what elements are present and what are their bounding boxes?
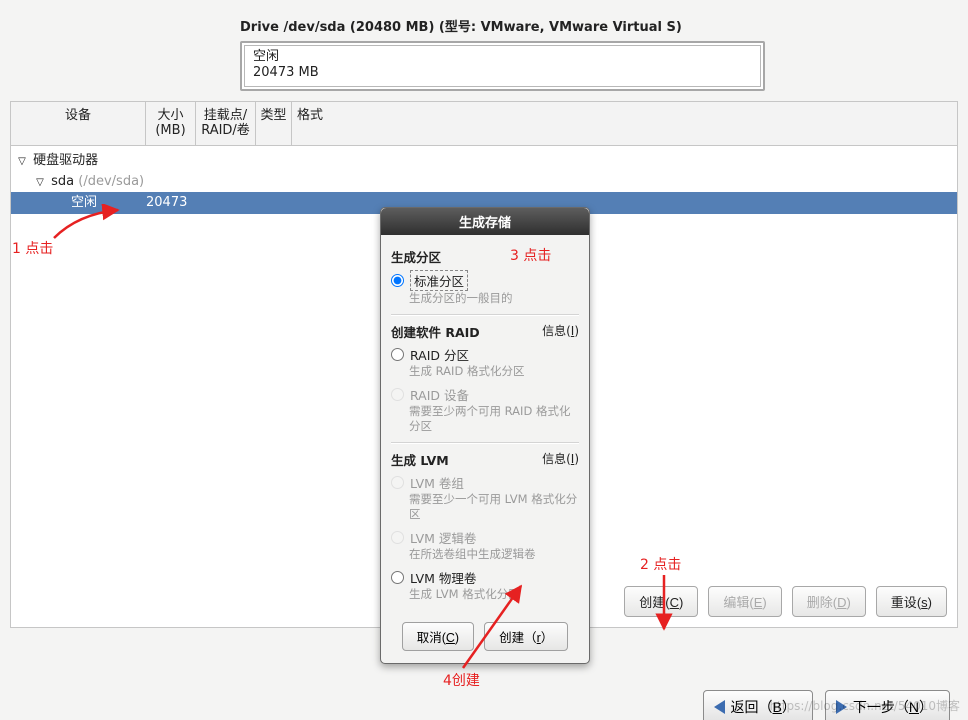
opt-lvm-pv-desc: 生成 LVM 格式化分区: [409, 587, 579, 604]
opt-lvm-lv: LVM 逻辑卷: [391, 528, 579, 547]
lvm-info-link[interactable]: 信息(I): [542, 450, 579, 469]
arrow-right-icon: [836, 700, 847, 714]
radio-lvm-lv: [391, 531, 404, 544]
panel-buttons: 创建(C) 编辑(E) 删除(D) 重设(s): [624, 586, 947, 617]
table-body: ▽ 硬盘驱动器 ▽ sda (/dev/sda) 空闲 20473: [11, 146, 957, 214]
dialog-cancel-button[interactable]: 取消(C): [402, 622, 474, 651]
tree-sda[interactable]: ▽ sda (/dev/sda): [11, 171, 957, 192]
tree-sda-label: sda: [51, 174, 74, 189]
free-size: 20473: [146, 192, 187, 214]
back-button[interactable]: 返回（B）: [703, 690, 813, 720]
bottom-nav: 返回（B） 下一步（N）: [703, 690, 950, 720]
opt-lvm-vg-desc: 需要至少一个可用 LVM 格式化分区: [409, 492, 579, 524]
opt-lvm-lv-desc: 在所选卷组中生成逻辑卷: [409, 547, 579, 564]
opt-standard-desc: 生成分区的一般目的: [409, 291, 579, 308]
tree-sda-path: (/dev/sda): [78, 174, 144, 189]
edit-button: 编辑(E): [708, 586, 781, 617]
expander-icon[interactable]: ▽: [15, 156, 29, 167]
dialog-create-button[interactable]: 创建（r）: [484, 622, 568, 651]
opt-lvm-vg: LVM 卷组: [391, 473, 579, 492]
col-mount[interactable]: 挂载点/ RAID/卷: [196, 102, 256, 145]
radio-raid-device: [391, 388, 404, 401]
drive-summary: Drive /dev/sda (20480 MB) (型号: VMware, V…: [240, 16, 765, 91]
table-header: 设备 大小 (MB) 挂载点/ RAID/卷 类型 格式: [11, 102, 957, 146]
opt-raid-device-desc: 需要至少两个可用 RAID 格式化分区: [409, 404, 579, 436]
radio-raid-partition[interactable]: [391, 348, 404, 361]
arrow-left-icon: [714, 700, 725, 714]
drive-free-size: 20473 MB: [253, 65, 752, 81]
col-size[interactable]: 大小 (MB): [146, 102, 196, 145]
opt-standard-partition[interactable]: 标准分区: [391, 270, 579, 291]
tree-root[interactable]: ▽ 硬盘驱动器: [11, 146, 957, 171]
drive-box: 空闲 20473 MB: [240, 41, 765, 91]
opt-lvm-pv[interactable]: LVM 物理卷: [391, 568, 579, 587]
opt-raid-device: RAID 设备: [391, 385, 579, 404]
raid-info-link[interactable]: 信息(I): [542, 322, 579, 341]
reset-button[interactable]: 重设(s): [876, 586, 947, 617]
radio-standard-partition[interactable]: [391, 274, 404, 287]
create-storage-dialog: 生成存储 生成分区 标准分区 生成分区的一般目的 创建软件 RAID 信息(I)…: [380, 207, 590, 664]
section-partition: 生成分区: [391, 247, 579, 266]
expander-icon[interactable]: ▽: [33, 177, 47, 188]
opt-raid-partition-desc: 生成 RAID 格式化分区: [409, 364, 579, 381]
radio-lvm-vg: [391, 476, 404, 489]
next-button[interactable]: 下一步（N）: [825, 690, 950, 720]
drive-free-label: 空闲: [253, 49, 752, 65]
create-button[interactable]: 创建(C): [624, 586, 698, 617]
opt-raid-partition[interactable]: RAID 分区: [391, 345, 579, 364]
radio-lvm-pv[interactable]: [391, 571, 404, 584]
tree-root-label: 硬盘驱动器: [33, 153, 98, 168]
free-label: 空闲: [71, 192, 97, 214]
dialog-buttons: 取消(C) 创建（r）: [381, 612, 589, 663]
col-format[interactable]: 格式: [292, 102, 328, 145]
col-type[interactable]: 类型: [256, 102, 292, 145]
section-raid: 创建软件 RAID 信息(I): [391, 322, 579, 341]
col-device[interactable]: 设备: [11, 102, 146, 145]
dialog-title: 生成存储: [381, 208, 589, 235]
delete-button: 删除(D): [792, 586, 866, 617]
section-lvm: 生成 LVM 信息(I): [391, 450, 579, 469]
drive-title: Drive /dev/sda (20480 MB) (型号: VMware, V…: [240, 16, 765, 41]
dialog-body: 生成分区 标准分区 生成分区的一般目的 创建软件 RAID 信息(I) RAID…: [381, 235, 589, 612]
annotation-4: 4创建: [443, 670, 480, 690]
drive-free-region[interactable]: 空闲 20473 MB: [244, 45, 761, 87]
